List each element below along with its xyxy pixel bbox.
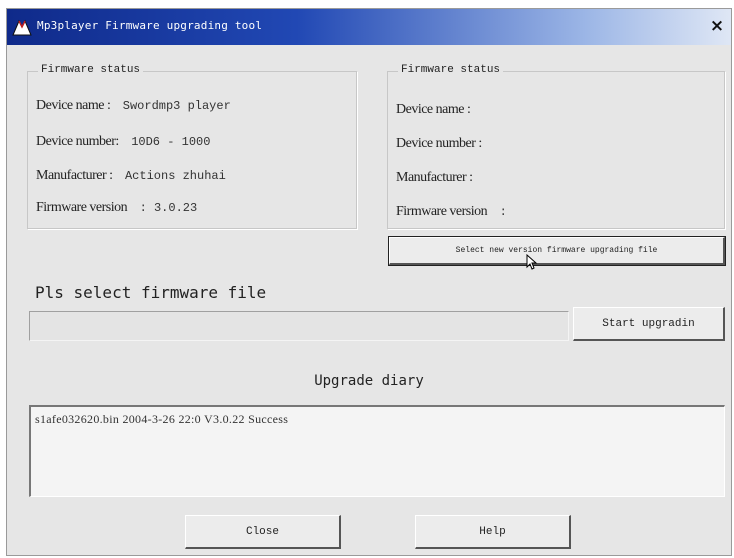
device-name-row: Device name : [396, 102, 474, 118]
device-number-value: 10D6 - 1000 [131, 135, 211, 149]
current-firmware-status-group: Firmware status Device name : Swordmp3 p… [27, 64, 357, 229]
start-upgrading-button[interactable]: Start upgradin [573, 307, 725, 341]
firmware-version-value: : 3.0.23 [139, 201, 198, 215]
diary-entry: s1afe032620.bin 2004-3-26 22:0 V3.0.22 S… [35, 412, 289, 426]
firmware-version-row: Firmware version : 3.0.23 [36, 200, 197, 216]
app-icon [12, 19, 32, 36]
group-legend: Firmware status [398, 64, 504, 76]
new-firmware-status-group: Firmware status Device name : Device num… [387, 64, 725, 229]
select-firmware-file-button[interactable]: Select new version firmware upgrading fi… [388, 236, 726, 266]
manufacturer-row: Manufacturer : Actions zhuhai [36, 168, 226, 184]
firmware-version-label: Firmware version [36, 200, 128, 215]
manufacturer-label: Manufacturer : [36, 168, 113, 183]
mouse-pointer-icon [526, 254, 538, 270]
device-number-row: Device number : [396, 136, 486, 152]
select-firmware-file-label: Pls select firmware file [35, 283, 267, 302]
upgrade-diary-title: Upgrade diary [314, 373, 424, 389]
firmware-file-input[interactable] [29, 311, 569, 341]
upgrade-diary-list[interactable]: s1afe032620.bin 2004-3-26 22:0 V3.0.22 S… [29, 405, 725, 497]
close-button[interactable]: Close [185, 515, 341, 549]
firmware-version-label: Firmware version [396, 204, 488, 219]
device-number-label: Device number: [36, 134, 119, 149]
device-name-row: Device name : Swordmp3 player [36, 98, 231, 114]
help-button[interactable]: Help [415, 515, 571, 549]
upgrade-tool-window: Mp3player Firmware upgrading tool × Firm… [6, 8, 732, 556]
device-name-label: Device name : [36, 98, 111, 113]
device-name-value: Swordmp3 player [122, 99, 231, 113]
manufacturer-row: Manufacturer : [396, 170, 477, 186]
window-title: Mp3player Firmware upgrading tool [37, 19, 263, 32]
firmware-version-value: : [499, 205, 507, 219]
title-bar[interactable]: Mp3player Firmware upgrading tool × [7, 9, 731, 45]
manufacturer-value: Actions zhuhai [124, 169, 226, 183]
device-number-label: Device number : [396, 136, 482, 151]
device-name-label: Device name : [396, 102, 471, 117]
manufacturer-label: Manufacturer : [396, 170, 473, 185]
device-number-row: Device number: 10D6 - 1000 [36, 134, 210, 150]
firmware-version-row: Firmware version : [396, 204, 507, 220]
close-window-icon[interactable]: × [707, 15, 727, 37]
group-legend: Firmware status [38, 64, 144, 76]
